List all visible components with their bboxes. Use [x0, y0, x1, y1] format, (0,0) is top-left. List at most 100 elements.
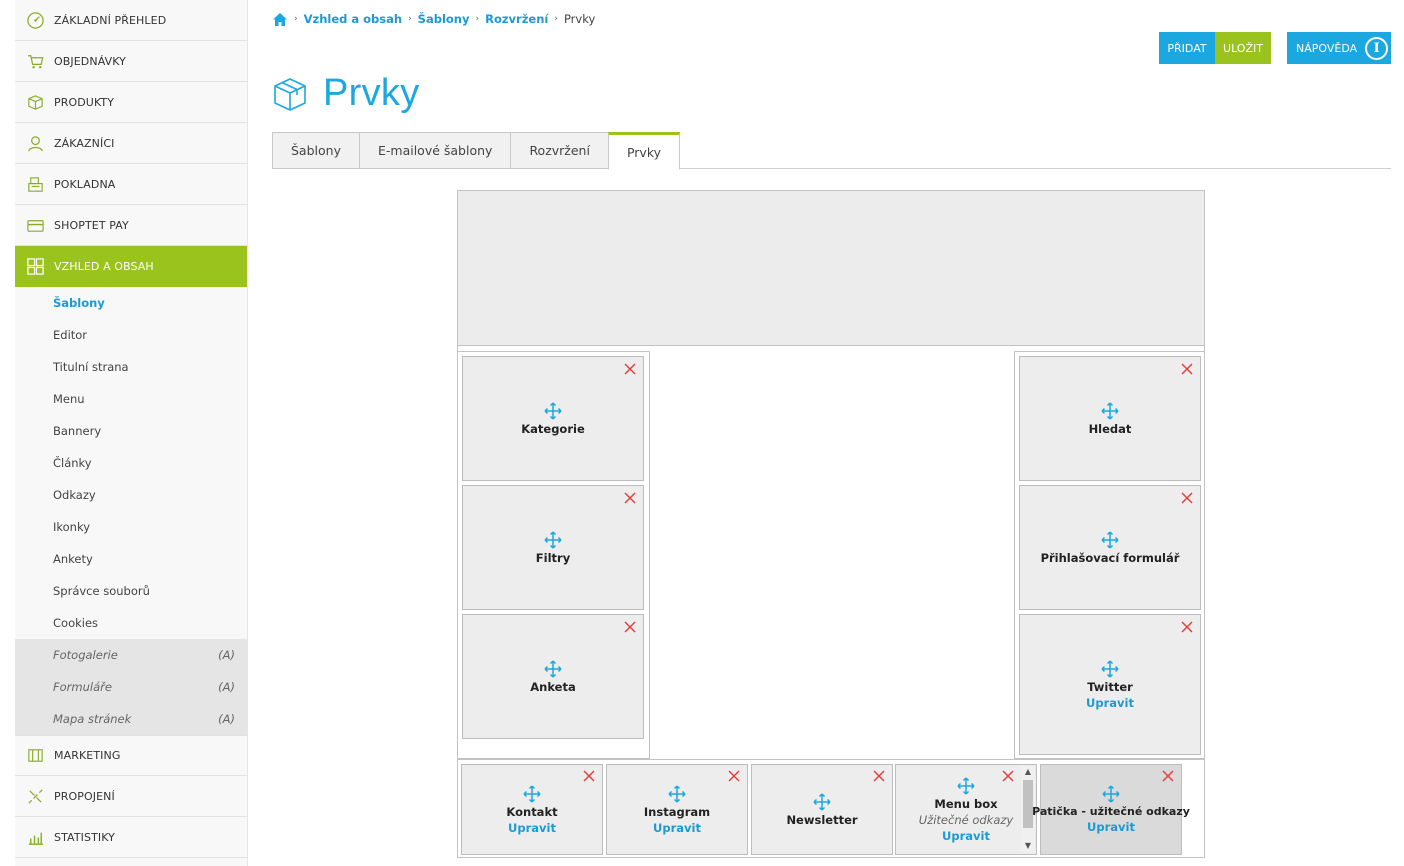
nav-item-customers[interactable]: ZÁKAZNÍCI — [15, 123, 247, 164]
remove-icon[interactable] — [583, 770, 595, 782]
scrollbar-thumb[interactable] — [1023, 780, 1033, 828]
submenu-item-templates[interactable]: Šablony — [15, 287, 247, 319]
edit-link[interactable]: Upravit — [653, 821, 701, 835]
breadcrumb-link-templates[interactable]: Šablony — [418, 12, 470, 26]
remove-icon[interactable] — [1162, 770, 1174, 782]
tab-templates[interactable]: Šablony — [272, 132, 359, 169]
move-icon[interactable] — [523, 784, 541, 803]
move-icon[interactable] — [544, 659, 562, 678]
move-icon[interactable] — [1101, 401, 1119, 420]
layout-block[interactable]: Hledat — [1019, 356, 1201, 481]
add-button[interactable]: PŘIDAT — [1159, 32, 1215, 64]
nav-item-dashboard[interactable]: ZÁKLADNÍ PŘEHLED — [15, 0, 247, 41]
page-title: Prvky — [323, 72, 420, 114]
scroll-down-arrow-icon[interactable]: ▼ — [1021, 840, 1035, 852]
footer-block[interactable]: Menu box Užitečné odkazy Upravit — [895, 764, 1037, 855]
breadcrumb-link-layout[interactable]: Rozvržení — [485, 12, 548, 26]
block-title: Instagram — [643, 804, 711, 819]
layout-block[interactable]: Filtry — [462, 485, 644, 610]
footer-block[interactable]: Kontakt Upravit — [461, 764, 603, 855]
remove-icon[interactable] — [1002, 770, 1014, 782]
remove-icon[interactable] — [624, 363, 636, 375]
submenu-item-forms[interactable]: Formuláře (A) — [15, 671, 247, 703]
cash-register-icon — [25, 174, 45, 194]
submenu-item-label: Fotogalerie — [53, 648, 118, 662]
footer-block[interactable]: Instagram Upravit — [606, 764, 748, 855]
submenu-item-articles[interactable]: Články — [15, 447, 247, 479]
move-icon[interactable] — [1101, 530, 1119, 549]
edit-link[interactable]: Upravit — [1086, 696, 1134, 710]
submenu-item-homepage[interactable]: Titulní strana — [15, 351, 247, 383]
block-title: Twitter — [1087, 679, 1133, 694]
layout-block[interactable]: Přihlašovací formulář — [1019, 485, 1201, 610]
nav-item-label: MARKETING — [54, 749, 121, 762]
move-icon[interactable] — [668, 784, 686, 803]
dashboard-icon — [25, 10, 45, 30]
move-icon[interactable] — [544, 530, 562, 549]
edit-link[interactable]: Upravit — [1087, 820, 1135, 834]
package-box-icon — [271, 75, 309, 113]
submenu-item-menu[interactable]: Menu — [15, 383, 247, 415]
nav-item-statistics[interactable]: STATISTIKY — [15, 817, 247, 858]
move-icon[interactable] — [1101, 659, 1119, 678]
block-subtitle: Užitečné odkazy — [918, 812, 1014, 827]
move-icon[interactable] — [813, 792, 831, 811]
breadcrumb: › Vzhled a obsah › Šablony › Rozvržení ›… — [272, 11, 595, 27]
nav-item-label: POKLADNA — [54, 177, 116, 191]
submenu-item-file-manager[interactable]: Správce souborů — [15, 575, 247, 607]
remove-icon[interactable] — [624, 621, 636, 633]
submenu-item-icons[interactable]: Ikonky — [15, 511, 247, 543]
layout-header-area — [458, 191, 1204, 346]
submenu-item-editor[interactable]: Editor — [15, 319, 247, 351]
nav-item-pos[interactable]: POKLADNA — [15, 164, 247, 205]
nav-item-integrations[interactable]: PROPOJENÍ — [15, 776, 247, 817]
nav-item-orders[interactable]: OBJEDNÁVKY — [15, 41, 247, 82]
box-icon — [25, 92, 45, 112]
submenu-item-polls[interactable]: Ankety — [15, 543, 247, 575]
breadcrumb-separator: › — [408, 14, 412, 24]
move-icon[interactable] — [1102, 785, 1120, 803]
submenu-item-sitemap[interactable]: Mapa stránek (A) — [15, 703, 247, 735]
layout-block[interactable]: Anketa — [462, 614, 644, 739]
home-icon[interactable] — [272, 12, 288, 27]
remove-icon[interactable] — [873, 770, 885, 782]
remove-icon[interactable] — [1181, 492, 1193, 504]
footer-block[interactable]: Newsletter — [751, 764, 893, 855]
submenu-item-cookies[interactable]: Cookies — [15, 607, 247, 639]
block-title: Newsletter — [786, 812, 858, 827]
cart-icon — [25, 51, 45, 71]
submenu-item-label: Formuláře — [53, 680, 112, 694]
card-icon — [25, 215, 45, 235]
remove-icon[interactable] — [624, 492, 636, 504]
submenu-item-photogallery[interactable]: Fotogalerie (A) — [15, 639, 247, 671]
layout-block[interactable]: Twitter Upravit — [1019, 614, 1201, 755]
nav-item-appearance[interactable]: VZHLED A OBSAH — [15, 246, 247, 287]
tab-email-templates[interactable]: E-mailové šablony — [358, 132, 511, 169]
move-icon[interactable] — [957, 776, 975, 795]
remove-icon[interactable] — [1181, 363, 1193, 375]
tab-layout[interactable]: Rozvržení — [510, 132, 609, 169]
scroll-up-arrow-icon[interactable]: ▲ — [1021, 766, 1035, 778]
nav-item-products[interactable]: PRODUKTY — [15, 82, 247, 123]
tab-elements[interactable]: Prvky — [607, 132, 681, 170]
save-button[interactable]: ULOŽIT — [1215, 32, 1271, 64]
nav-item-marketing[interactable]: MARKETING — [15, 735, 247, 776]
megaphone-icon — [25, 746, 45, 766]
user-icon — [25, 133, 45, 153]
submenu-item-links[interactable]: Odkazy — [15, 479, 247, 511]
nav-item-label: ZÁKAZNÍCI — [54, 136, 115, 150]
remove-icon[interactable] — [1181, 621, 1193, 633]
footer-block[interactable]: Patička - užitečné odkazy Upravit — [1032, 764, 1190, 855]
block-title: Menu box — [934, 796, 998, 811]
block-title: Kontakt — [506, 804, 558, 819]
nav-item-shoptet-pay[interactable]: SHOPTET PAY — [15, 205, 247, 246]
edit-link[interactable]: Upravit — [942, 829, 990, 843]
breadcrumb-link-appearance[interactable]: Vzhled a obsah — [304, 12, 402, 26]
edit-link[interactable]: Upravit — [508, 821, 556, 835]
remove-icon[interactable] — [728, 770, 740, 782]
layout-block[interactable]: Kategorie — [462, 356, 644, 481]
move-icon[interactable] — [544, 401, 562, 420]
submenu-item-banners[interactable]: Bannery — [15, 415, 247, 447]
help-button[interactable]: NÁPOVĚDA i — [1287, 32, 1391, 64]
tab-bar: Šablony E-mailové šablony Rozvržení Prvk… — [272, 132, 1391, 170]
